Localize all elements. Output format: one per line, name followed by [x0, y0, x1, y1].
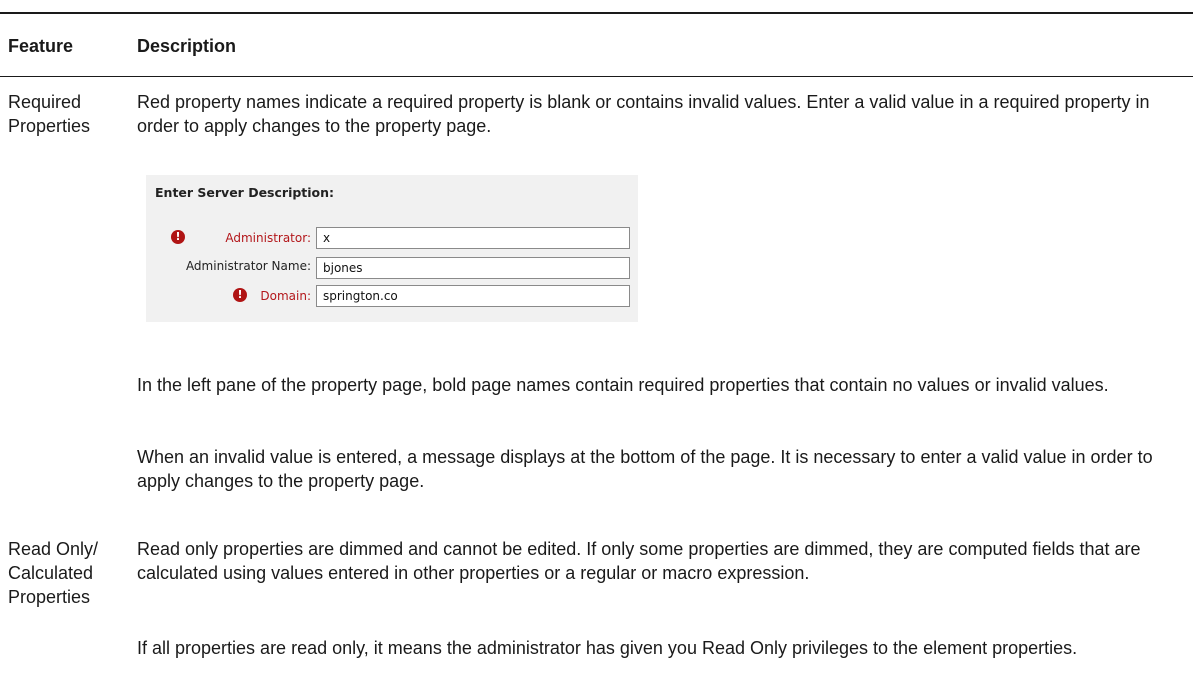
- description-cell: Read only properties are dimmed and cann…: [137, 537, 1167, 585]
- description-cell: When an invalid value is entered, a mess…: [137, 445, 1167, 493]
- description-cell: Red property names indicate a required p…: [137, 90, 1167, 138]
- administrator-name-input[interactable]: bjones: [316, 257, 630, 279]
- domain-input[interactable]: springton.co: [316, 285, 630, 307]
- feature-table: Feature Description: [0, 12, 1193, 77]
- error-icon: !: [171, 230, 185, 244]
- description-paragraph: Read only properties are dimmed and cann…: [137, 539, 1141, 583]
- table-header: Feature Description: [0, 14, 1193, 77]
- administrator-input[interactable]: x: [316, 227, 630, 249]
- feature-name: Required Properties: [8, 92, 91, 136]
- administrator-label: Administrator:: [225, 231, 311, 245]
- description-paragraph: When an invalid value is entered, a mess…: [137, 447, 1153, 491]
- feature-name: Read Only/ Calculated Properties: [8, 539, 99, 607]
- error-icon: !: [233, 288, 247, 302]
- form-title: Enter Server Description:: [155, 185, 335, 200]
- administrator-name-label: Administrator Name:: [185, 259, 311, 273]
- description-cell: If all properties are read only, it mean…: [137, 636, 1167, 660]
- description-cell: In the left pane of the property page, b…: [137, 373, 1167, 397]
- example-form-screenshot: Enter Server Description: ! Administrato…: [146, 175, 638, 322]
- description-paragraph: Red property names indicate a required p…: [137, 92, 1150, 136]
- domain-label: Domain:: [260, 289, 311, 303]
- column-header-feature: Feature: [8, 36, 74, 56]
- description-paragraph: If all properties are read only, it mean…: [137, 638, 1078, 658]
- description-paragraph: In the left pane of the property page, b…: [137, 375, 1109, 395]
- column-header-description: Description: [137, 36, 237, 56]
